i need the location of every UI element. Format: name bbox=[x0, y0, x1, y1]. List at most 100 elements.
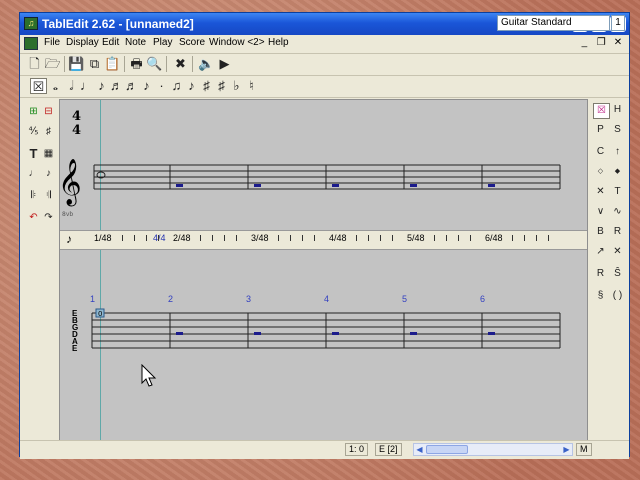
score-canvas[interactable]: 4 4 𝄞 8vb 0 ♪ 1/48 4/4 2/48 3/48 4/48 5/… bbox=[59, 99, 588, 443]
scroll-left-icon[interactable]: ◀ bbox=[414, 444, 425, 455]
stop-icon[interactable]: ✕ bbox=[610, 245, 625, 259]
print-icon[interactable]: 🖶 bbox=[128, 56, 145, 72]
scroll-thumb[interactable] bbox=[426, 445, 468, 454]
ruler-label: 1/48 bbox=[94, 233, 112, 243]
note-toolbar: ☒ 𝅝 𝅗𝅥 ♩ ♪ ♬ ♬ ♪ · ♫ ♪ ♯ ♯ ♭ ♮ bbox=[20, 75, 629, 98]
rest[interactable] bbox=[254, 184, 261, 187]
ruler-tick bbox=[200, 235, 201, 241]
rest-stroke-icon[interactable]: R bbox=[593, 267, 608, 281]
tab-rest[interactable] bbox=[410, 332, 417, 335]
menu-edit[interactable]: Edit bbox=[102, 37, 119, 48]
note-tool-icon[interactable]: ♩ bbox=[26, 167, 41, 181]
chord-grid-icon[interactable]: ▦ bbox=[41, 147, 56, 161]
cut-x-icon[interactable]: ✖ bbox=[172, 56, 189, 72]
menu-display[interactable]: Display bbox=[66, 37, 99, 48]
brush-icon[interactable]: B bbox=[593, 225, 608, 239]
instrument-number[interactable]: 1 bbox=[611, 15, 625, 31]
document-icon[interactable] bbox=[24, 37, 38, 50]
ruler-tick bbox=[278, 235, 279, 241]
menu-file[interactable]: File bbox=[44, 37, 60, 48]
scroll-right-icon[interactable]: ▶ bbox=[561, 444, 572, 455]
key-signature-icon[interactable]: ♯ bbox=[41, 125, 56, 139]
whole-note-icon[interactable]: 𝅝 bbox=[47, 78, 64, 94]
speaker-icon[interactable]: 🔈 bbox=[198, 56, 215, 72]
menu-window[interactable]: Window <2> bbox=[209, 37, 265, 48]
choke-icon[interactable]: C bbox=[593, 145, 608, 159]
natural-icon[interactable]: ♮ bbox=[243, 78, 260, 94]
tab-rest[interactable] bbox=[254, 332, 261, 335]
ghost-note-icon[interactable]: ( ) bbox=[610, 289, 625, 303]
print-preview-icon[interactable]: 🔍 bbox=[146, 56, 163, 72]
roll-icon[interactable]: ↗ bbox=[593, 245, 608, 259]
artificial-harmonic-icon[interactable]: ◆ bbox=[610, 165, 625, 179]
ruler-tick bbox=[236, 235, 237, 241]
rest[interactable] bbox=[488, 184, 495, 187]
app-icon[interactable]: ♫ bbox=[24, 17, 38, 30]
instrument-select[interactable]: Guitar Standard bbox=[497, 15, 610, 31]
ruler-tick bbox=[356, 235, 357, 241]
vibrato-icon[interactable]: ∨ bbox=[593, 205, 608, 219]
rest[interactable] bbox=[410, 184, 417, 187]
redo-icon[interactable]: ↷ bbox=[41, 211, 56, 225]
menu-play[interactable]: Play bbox=[153, 37, 172, 48]
menu-help[interactable]: Help bbox=[268, 37, 289, 48]
tab-rest[interactable] bbox=[332, 332, 339, 335]
mdi-restore-button[interactable]: ❐ bbox=[594, 37, 608, 48]
tremolo-icon[interactable]: T bbox=[610, 185, 625, 199]
tab-rest[interactable] bbox=[176, 332, 183, 335]
play-icon[interactable]: ▶ bbox=[216, 56, 233, 72]
mdi-close-button[interactable]: ✕ bbox=[611, 37, 625, 48]
bend-icon[interactable]: ↑ bbox=[610, 145, 625, 159]
undo-icon[interactable]: ↶ bbox=[26, 211, 41, 225]
ruler-tick bbox=[290, 235, 291, 241]
ruler-tick bbox=[314, 235, 315, 241]
right-palette: ☒ H P S C ↑ ◇ ◆ ✕ T ∨ ∿ B R ↗ ✕ R Ŝ § ( … bbox=[591, 99, 629, 439]
ruler-label: 2/48 bbox=[173, 233, 191, 243]
pull-off-icon[interactable]: P bbox=[593, 123, 608, 137]
copy-icon[interactable]: ⧉ bbox=[86, 56, 103, 72]
accent-icon[interactable]: Ŝ bbox=[610, 267, 625, 281]
repeat-start-icon[interactable]: 𝄆 bbox=[26, 189, 41, 203]
measure-number: 2 bbox=[168, 294, 174, 304]
position-ruler[interactable]: ♪ 1/48 4/4 2/48 3/48 4/48 5/48 6/48 bbox=[60, 230, 587, 250]
mouse-pointer-icon bbox=[141, 364, 157, 387]
text-icon[interactable]: T bbox=[26, 147, 41, 161]
ruler-tick bbox=[446, 235, 447, 241]
menu-score[interactable]: Score bbox=[179, 37, 205, 48]
hammer-on-icon[interactable]: H bbox=[610, 103, 625, 117]
dead-note-icon[interactable]: ✕ bbox=[593, 185, 608, 199]
rasgueado-icon[interactable]: R bbox=[610, 225, 625, 239]
repeat-end-icon[interactable]: 𝄇 bbox=[41, 189, 56, 203]
toolbar-separator bbox=[64, 56, 65, 72]
tab-rest[interactable] bbox=[488, 332, 495, 335]
ruler-label: 4/48 bbox=[329, 233, 347, 243]
open-folder-icon[interactable]: 🗁 bbox=[44, 56, 61, 72]
sr-icon[interactable]: § bbox=[593, 289, 608, 303]
mdi-minimize-button[interactable]: _ bbox=[577, 37, 591, 48]
fingering-icon[interactable]: ♪ bbox=[41, 167, 56, 181]
rest[interactable] bbox=[176, 184, 183, 187]
tabledit-window: ♫ TablEdit 2.62 - [unnamed2] _ □ ✕ File … bbox=[19, 12, 630, 459]
paste-icon[interactable]: 📋 bbox=[104, 56, 121, 72]
toolbar-separator bbox=[124, 56, 125, 72]
menu-note[interactable]: Note bbox=[125, 37, 146, 48]
clef-octave-label: 8vb bbox=[62, 211, 73, 218]
insert-measure-icon[interactable]: ⊞ bbox=[26, 105, 41, 119]
save-icon[interactable]: 💾 bbox=[68, 56, 85, 72]
left-palette: ⊞ ⊟ ⅘ ♯ T ▦ ♩ ♪ 𝄆 𝄇 ↶ ↷ bbox=[24, 99, 56, 439]
horizontal-scrollbar[interactable]: ◀ ▶ bbox=[413, 443, 573, 456]
slide-icon[interactable]: S bbox=[610, 123, 625, 137]
ruler-label: 6/48 bbox=[485, 233, 503, 243]
select-icon[interactable]: ☒ bbox=[593, 103, 610, 119]
trill-icon[interactable]: ∿ bbox=[610, 205, 625, 219]
rest[interactable] bbox=[332, 184, 339, 187]
ruler-note-icon[interactable]: ♪ bbox=[66, 232, 72, 246]
delete-measure-icon[interactable]: ⊟ bbox=[41, 105, 56, 119]
new-file-icon[interactable]: 🗋 bbox=[26, 56, 43, 72]
treble-clef-icon: 𝄞 bbox=[60, 159, 82, 207]
time-signature-icon[interactable]: ⅘ bbox=[26, 125, 41, 139]
natural-harmonic-icon[interactable]: ◇ bbox=[593, 165, 608, 179]
time-signature-top: 4 bbox=[72, 109, 81, 124]
ruler-tick bbox=[134, 235, 135, 241]
select-mode-icon[interactable]: ☒ bbox=[30, 78, 47, 94]
